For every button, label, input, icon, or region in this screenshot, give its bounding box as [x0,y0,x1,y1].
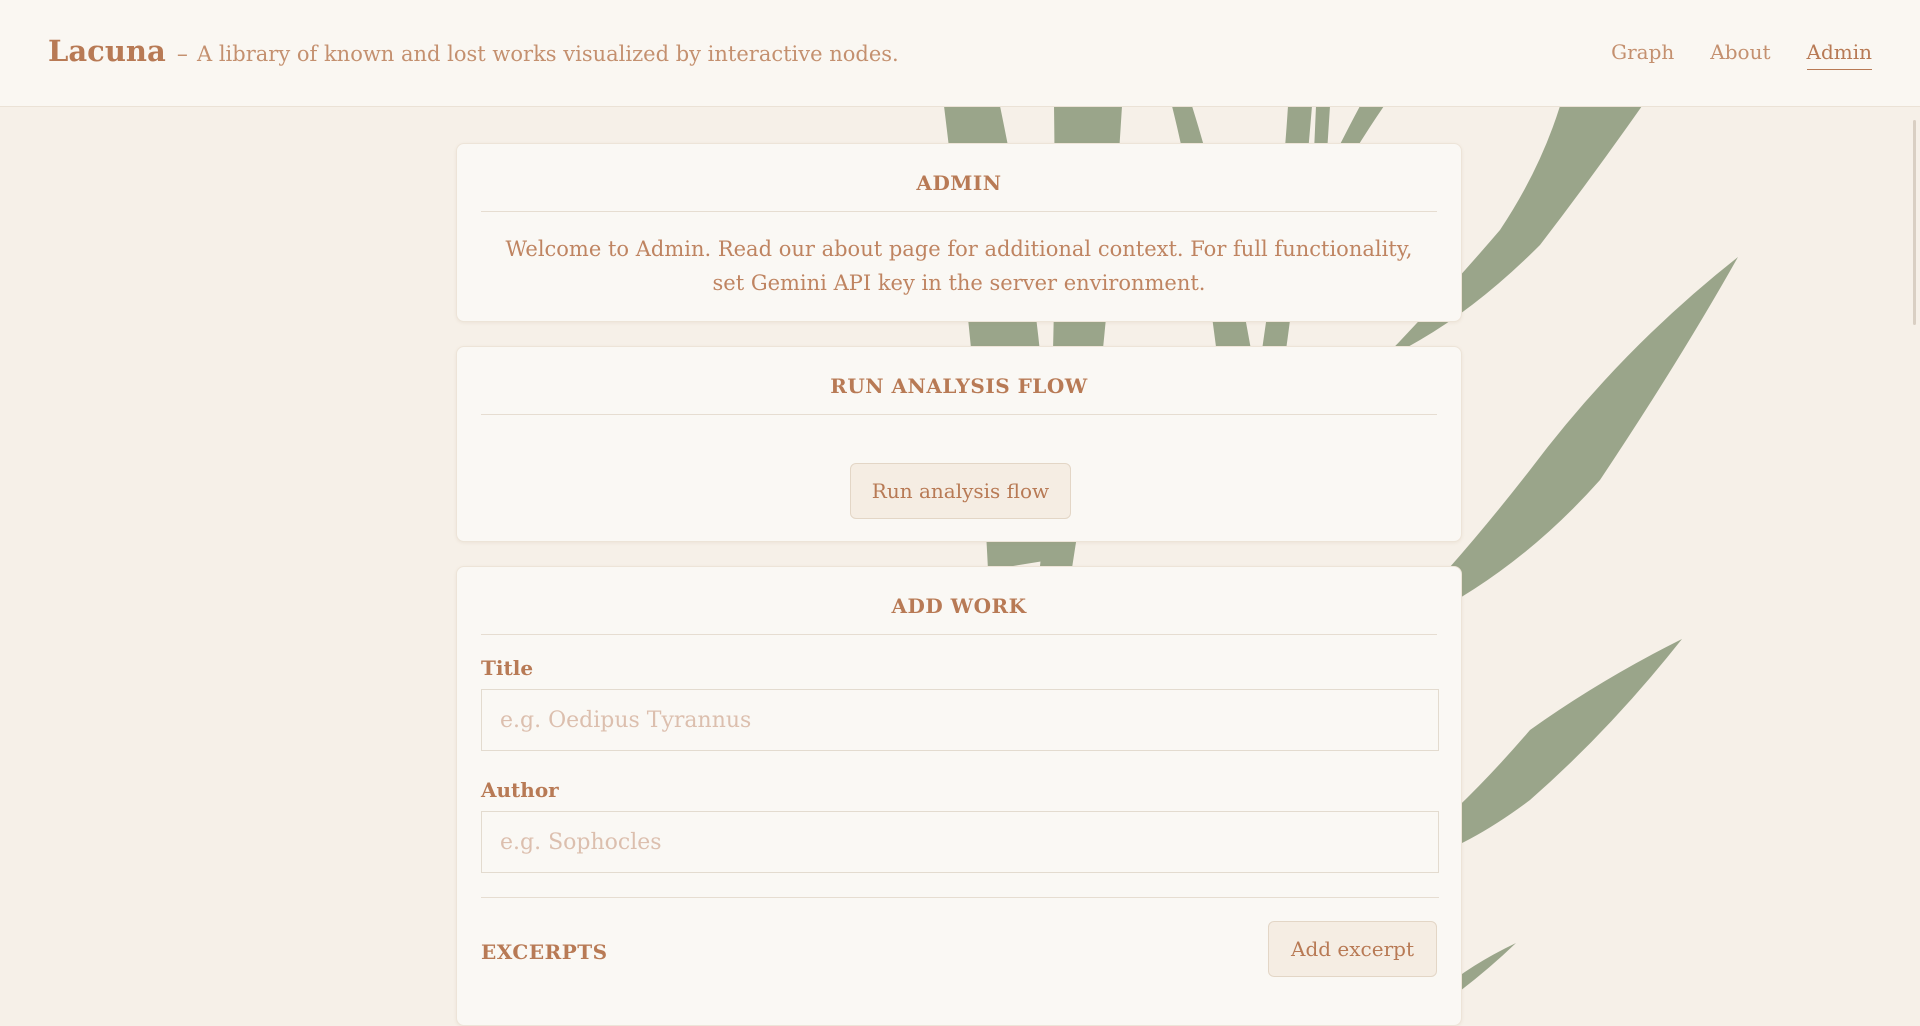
analysis-card-title: RUN ANALYSIS FLOW [481,347,1437,415]
title-input[interactable] [481,689,1439,751]
add-work-card: ADD WORK Title Author EXCERPTS Add excer… [456,566,1462,1026]
admin-card-title: ADMIN [481,144,1437,212]
analysis-card: RUN ANALYSIS FLOW Run analysis flow [456,346,1462,542]
admin-welcome-text: Welcome to Admin. Read our about page fo… [505,237,1413,295]
brand[interactable]: Lacuna – A library of known and lost wor… [48,34,899,68]
brand-separator: – [176,42,188,67]
author-label: Author [481,778,559,802]
main-nav: Graph About Admin [1611,40,1872,70]
brand-tagline: A library of known and lost works visual… [197,42,899,66]
excerpts-divider [481,897,1439,898]
brand-name[interactable]: Lacuna [48,34,166,68]
title-label: Title [481,656,534,680]
add-work-card-title: ADD WORK [481,567,1437,635]
excerpts-heading: EXCERPTS [481,940,608,964]
add-excerpt-button[interactable]: Add excerpt [1268,921,1437,977]
nav-link-graph[interactable]: Graph [1611,40,1674,70]
nav-link-about[interactable]: About [1710,40,1770,70]
top-header: Lacuna – A library of known and lost wor… [0,0,1920,107]
author-input[interactable] [481,811,1439,873]
scrollbar-thumb[interactable] [1913,120,1916,325]
run-analysis-button[interactable]: Run analysis flow [850,463,1071,519]
admin-card: ADMIN Welcome to Admin. Read our about p… [456,143,1462,322]
nav-link-admin[interactable]: Admin [1806,40,1872,70]
